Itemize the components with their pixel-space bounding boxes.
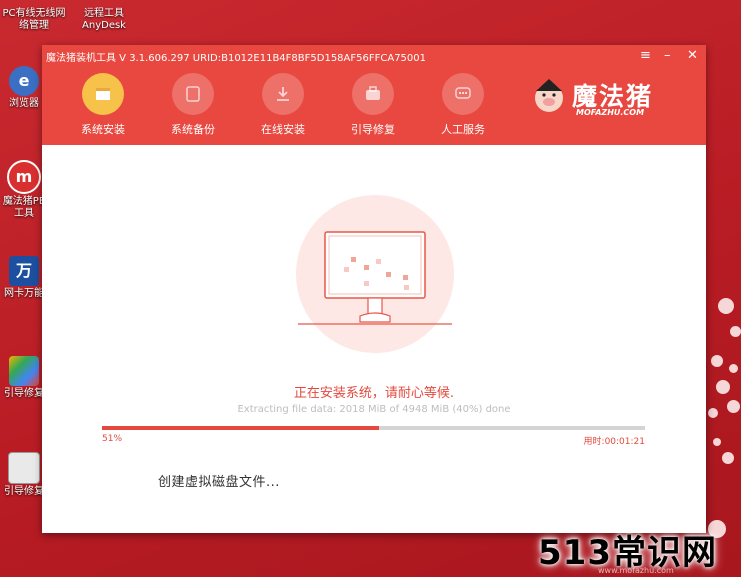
tab-label: 人工服务 xyxy=(441,123,485,136)
desktop-icon-label: 魔法猪PE xyxy=(2,196,46,207)
decor-dot xyxy=(730,326,741,337)
desktop-icon-network[interactable]: PC有线无线网 络管理 xyxy=(0,8,68,32)
decor-dot xyxy=(722,452,734,464)
decor-dot xyxy=(729,364,738,373)
install-progress-fill xyxy=(102,426,379,430)
decor-dot xyxy=(727,400,740,413)
tab-label: 系统安装 xyxy=(81,123,125,136)
system-backup-icon xyxy=(172,73,214,115)
online-install-icon xyxy=(262,73,304,115)
desktop-icon-mofazhu-pe[interactable]: m 魔法猪PE 工具 xyxy=(0,160,48,220)
mofazhu-pe-icon: m xyxy=(7,160,41,194)
decor-dot xyxy=(716,380,730,394)
watermark-url: www.mofazhu.com xyxy=(598,566,674,575)
pig-mascot-icon xyxy=(535,79,563,112)
desktop-icon-label: 引导修复 xyxy=(4,388,44,399)
desktop-icon-anydesk[interactable]: 远程工具 AnyDesk xyxy=(76,8,132,32)
tab-boot-repair[interactable]: 引导修复 xyxy=(328,73,418,137)
system-install-icon xyxy=(82,73,124,115)
desktop-icon-boot-repair-2[interactable]: 引导修复 xyxy=(0,452,48,498)
browser-icon: e xyxy=(9,66,39,96)
decor-dot xyxy=(713,438,721,446)
boot-repair2-icon xyxy=(8,452,40,484)
desktop-icon-label: PC有线无线网 xyxy=(2,8,66,19)
install-progress-panel: 正在安装系统，请耐心等候. Extracting file data: 2018… xyxy=(42,145,706,533)
decor-dot xyxy=(711,355,723,367)
menu-button[interactable]: ≡ xyxy=(640,48,651,63)
title-bar: 魔法猪装机工具 V 3.1.606.297 URID:B1012E11B4F8B… xyxy=(42,45,706,145)
close-button[interactable]: ✕ xyxy=(687,48,698,63)
install-status-text: 正在安装系统，请耐心等候. xyxy=(293,386,455,401)
tab-system-backup[interactable]: 系统备份 xyxy=(148,73,238,137)
window-title: 魔法猪装机工具 V 3.1.606.297 URID:B1012E11B4F8B… xyxy=(46,53,427,64)
boot-repair-icon xyxy=(9,356,39,386)
boot-repair-icon xyxy=(352,73,394,115)
elapsed-time: 用时:00:01:21 xyxy=(583,437,645,447)
desktop-icon-label: 工具 xyxy=(14,208,34,219)
desktop-icon-label: 络管理 xyxy=(19,20,49,31)
tab-label: 系统备份 xyxy=(171,123,215,136)
customer-service-icon xyxy=(442,73,484,115)
extract-detail-text: Extracting file data: 2018 MiB of 4948 M… xyxy=(237,404,511,415)
tab-customer-service[interactable]: 人工服务 xyxy=(418,73,508,137)
desktop-icon-label: AnyDesk xyxy=(82,20,126,31)
desktop-icon-label: 浏览器 xyxy=(9,98,39,109)
progress-percent: 51% xyxy=(102,434,123,444)
desktop-icon-wanka[interactable]: 万 网卡万能 xyxy=(0,256,48,300)
install-progress-bar xyxy=(102,426,645,430)
main-nav: 系统安装 系统备份 在线安装 引导修复 人工服务 xyxy=(58,73,508,137)
brand-subtitle: MOFAZHU.COM xyxy=(576,108,645,117)
desktop-icon-label: 网卡万能 xyxy=(4,288,44,299)
minimize-button[interactable]: – xyxy=(664,48,671,63)
tab-online-install[interactable]: 在线安装 xyxy=(238,73,328,137)
wanka-icon: 万 xyxy=(9,256,39,286)
decor-dot xyxy=(718,298,734,314)
tab-label: 在线安装 xyxy=(261,123,305,136)
decor-dot xyxy=(708,408,718,418)
desktop-icon-browser[interactable]: e 浏览器 xyxy=(0,66,48,110)
installer-window: 魔法猪装机工具 V 3.1.606.297 URID:B1012E11B4F8B… xyxy=(42,45,706,533)
monitor-icon xyxy=(298,231,452,325)
tab-label: 引导修复 xyxy=(351,123,395,136)
desktop-icon-boot-repair[interactable]: 引导修复 xyxy=(0,356,48,400)
current-step-text: 创建虚拟磁盘文件... xyxy=(158,475,280,490)
desktop-icon-label: 远程工具 xyxy=(84,8,124,19)
tab-system-install[interactable]: 系统安装 xyxy=(58,73,148,137)
desktop-icon-label: 引导修复 xyxy=(4,486,44,497)
